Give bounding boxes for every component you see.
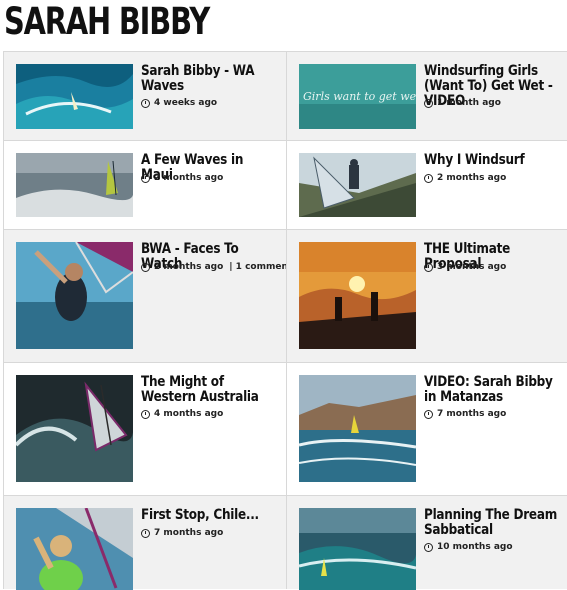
- post-thumbnail[interactable]: [16, 64, 133, 129]
- post-card[interactable]: THE Ultimate Proposal 3 months ago: [286, 229, 567, 362]
- post-time: 4 weeks ago: [154, 98, 218, 108]
- clock-icon: [424, 98, 433, 108]
- post-card[interactable]: Sarah Bibby - WA Waves 4 weeks ago: [3, 51, 286, 140]
- post-time: 7 months ago: [154, 528, 224, 538]
- clock-icon: [141, 409, 150, 419]
- post-meta: 3 months ago: [424, 262, 506, 272]
- post-card[interactable]: VIDEO: Sarah Bibby in Matanzas 7 months …: [286, 362, 567, 495]
- post-thumbnail[interactable]: [16, 153, 133, 217]
- post-card[interactable]: Girls want to get wet Windsurfing Girls …: [286, 51, 567, 140]
- post-time: 4 months ago: [154, 409, 224, 419]
- post-grid: Sarah Bibby - WA Waves 4 weeks ago Girls…: [3, 51, 567, 590]
- post-thumbnail[interactable]: [16, 242, 133, 349]
- post-thumbnail[interactable]: [16, 375, 133, 482]
- post-meta: 1 month ago: [424, 98, 501, 108]
- clock-icon: [141, 528, 150, 538]
- post-meta: 2 months ago: [424, 173, 506, 183]
- post-meta: 10 months ago: [424, 542, 513, 552]
- post-meta: 2 months ago: [141, 173, 223, 183]
- thumbnail-caption: Girls want to get wet: [303, 90, 416, 103]
- post-title[interactable]: Sarah Bibby - WA Waves: [141, 64, 279, 94]
- post-title[interactable]: VIDEO: Sarah Bibby in Matanzas: [424, 375, 562, 405]
- post-thumbnail[interactable]: [16, 508, 133, 590]
- post-title[interactable]: The Might of Western Australia: [141, 375, 279, 405]
- post-card[interactable]: First Stop, Chile... 7 months ago: [3, 495, 286, 590]
- clock-icon: [424, 542, 433, 552]
- post-title[interactable]: Planning The Dream Sabbatical: [424, 508, 562, 538]
- post-time: 2 months ago: [437, 173, 507, 183]
- clock-icon: [141, 98, 150, 108]
- post-title[interactable]: First Stop, Chile...: [141, 508, 279, 523]
- clock-icon: [424, 262, 433, 272]
- post-thumbnail[interactable]: [299, 508, 416, 590]
- post-meta: 7 months ago: [424, 409, 506, 419]
- post-time: 3 months ago: [437, 262, 507, 272]
- post-meta: 2 months ago | 1 comments: [141, 262, 298, 272]
- post-time: 2 months ago: [154, 262, 224, 272]
- post-thumbnail[interactable]: [299, 153, 416, 217]
- clock-icon: [424, 173, 433, 183]
- post-title[interactable]: Why I Windsurf: [424, 153, 562, 168]
- post-time: 7 months ago: [437, 409, 507, 419]
- post-meta: 4 weeks ago: [141, 98, 217, 108]
- post-card[interactable]: The Might of Western Australia 4 months …: [3, 362, 286, 495]
- post-meta: 4 months ago: [141, 409, 223, 419]
- page-title: SARAH BIBBY: [4, 0, 210, 43]
- post-card[interactable]: Planning The Dream Sabbatical 10 months …: [286, 495, 567, 590]
- post-card[interactable]: BWA - Faces To Watch 2 months ago | 1 co…: [3, 229, 298, 362]
- clock-icon: [141, 262, 150, 272]
- post-thumbnail[interactable]: Girls want to get wet: [299, 64, 416, 129]
- post-card[interactable]: Why I Windsurf 2 months ago: [286, 140, 567, 229]
- post-time: 1 month ago: [437, 98, 501, 108]
- post-time: 2 months ago: [154, 173, 224, 183]
- post-thumbnail[interactable]: [299, 242, 416, 349]
- post-time: 10 months ago: [437, 542, 513, 552]
- clock-icon: [141, 173, 150, 183]
- post-meta: 7 months ago: [141, 528, 223, 538]
- post-card[interactable]: A Few Waves in Maui 2 months ago: [3, 140, 286, 229]
- post-thumbnail[interactable]: [299, 375, 416, 482]
- clock-icon: [424, 409, 433, 419]
